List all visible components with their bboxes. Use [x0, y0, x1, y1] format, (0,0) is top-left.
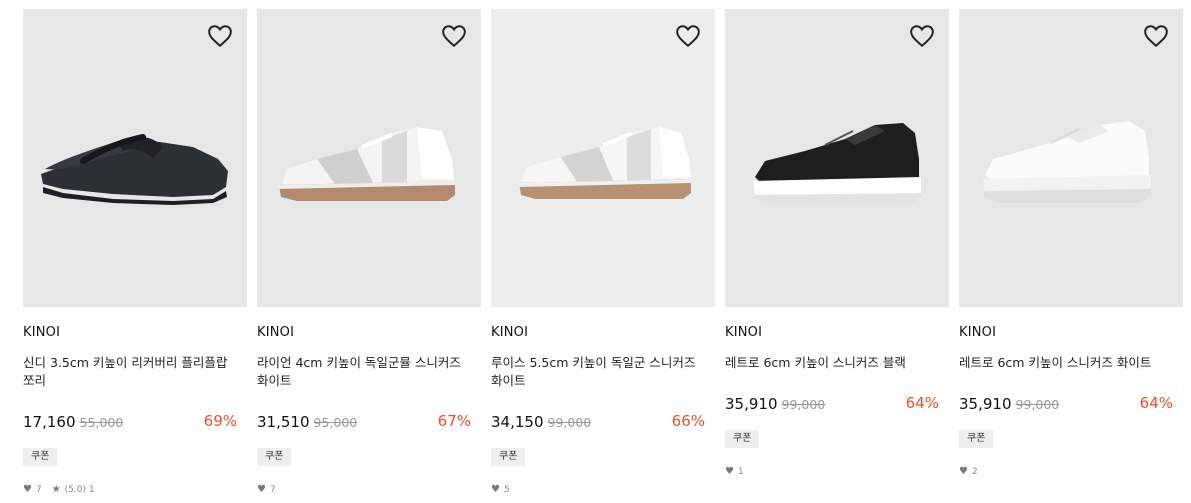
- price-row: 34,150 99,000 66%: [491, 412, 705, 434]
- product-card[interactable]: KINOI 레트로 6cm 키높이 스니커즈 블랙 35,910 99,000 6…: [725, 0, 949, 503]
- price-row: 31,510 95,000 67%: [257, 412, 471, 434]
- sale-price: 17,160: [23, 413, 76, 431]
- like-count: 7: [35, 484, 42, 495]
- brand-label[interactable]: KINOI: [959, 325, 996, 340]
- wishlist-heart-icon[interactable]: [1143, 23, 1169, 49]
- coupon-badge: 쿠폰: [725, 430, 760, 448]
- product-image[interactable]: [725, 9, 949, 307]
- product-name[interactable]: 신디 3.5cm 키높이 리커버리 플리플랍 쪼리: [23, 354, 239, 390]
- product-image[interactable]: [959, 9, 1183, 307]
- heart-icon: ♥: [23, 484, 32, 495]
- coupon-badge: 쿠폰: [491, 448, 526, 466]
- original-price: 55,000: [79, 415, 124, 430]
- heart-icon: ♥: [257, 484, 266, 495]
- sneaker-image: [519, 127, 691, 199]
- original-price: 95,000: [313, 415, 358, 430]
- product-card[interactable]: KINOI 레트로 6cm 키높이 스니커즈 화이트 35,910 99,000 …: [959, 0, 1183, 503]
- product-name[interactable]: 라이언 4cm 키높이 독일군뮬 스니커즈 화이트: [257, 354, 473, 390]
- price-row: 17,160 55,000 69%: [23, 412, 237, 434]
- brand-label[interactable]: KINOI: [725, 325, 762, 340]
- original-price: 99,000: [1015, 397, 1060, 412]
- heart-icon: ♥: [959, 466, 968, 477]
- coupon-badge: 쿠폰: [23, 448, 58, 466]
- product-image[interactable]: [257, 9, 481, 307]
- price-row: 35,910 99,000 64%: [959, 394, 1173, 416]
- rating-text: (5.0) 1: [64, 484, 95, 495]
- product-name[interactable]: 루이스 5.5cm 키높이 독일군 스니커즈 화이트: [491, 354, 707, 390]
- like-count: 7: [269, 484, 276, 495]
- brand-label[interactable]: KINOI: [257, 325, 294, 340]
- discount-rate: 64%: [1139, 394, 1173, 412]
- sneaker-image: [753, 123, 921, 205]
- product-card[interactable]: KINOI 신디 3.5cm 키높이 리커버리 플리플랍 쪼리 17,160 55…: [23, 0, 247, 503]
- product-meta: ♥ 7: [257, 484, 276, 495]
- product-name[interactable]: 레트로 6cm 키높이 스니커즈 블랙: [725, 354, 941, 372]
- wishlist-heart-icon[interactable]: [675, 23, 701, 49]
- coupon-badge: 쿠폰: [959, 430, 994, 448]
- coupon-badge: 쿠폰: [257, 448, 292, 466]
- original-price: 99,000: [781, 397, 826, 412]
- product-meta: ♥ 1: [725, 466, 744, 477]
- star-icon: ★: [51, 484, 61, 495]
- product-card[interactable]: KINOI 루이스 5.5cm 키높이 독일군 스니커즈 화이트 34,150 9…: [491, 0, 715, 503]
- sneaker-image: [279, 127, 455, 201]
- sneaker-image: [983, 121, 1151, 203]
- sale-price: 35,910: [959, 395, 1012, 413]
- discount-rate: 66%: [671, 412, 705, 430]
- original-price: 99,000: [547, 415, 592, 430]
- product-meta: ♥ 7 ★ (5.0) 1: [23, 484, 95, 495]
- sale-price: 35,910: [725, 395, 778, 413]
- like-count: 5: [503, 484, 510, 495]
- product-card[interactable]: KINOI 라이언 4cm 키높이 독일군뮬 스니커즈 화이트 31,510 95…: [257, 0, 481, 503]
- product-image[interactable]: [491, 9, 715, 307]
- discount-rate: 67%: [437, 412, 471, 430]
- wishlist-heart-icon[interactable]: [207, 23, 233, 49]
- sale-price: 34,150: [491, 413, 544, 431]
- discount-rate: 69%: [203, 412, 237, 430]
- discount-rate: 64%: [905, 394, 939, 412]
- heart-icon: ♥: [725, 466, 734, 477]
- wishlist-heart-icon[interactable]: [441, 23, 467, 49]
- price-row: 35,910 99,000 64%: [725, 394, 939, 416]
- flip-flop-image: [41, 134, 228, 205]
- wishlist-heart-icon[interactable]: [909, 23, 935, 49]
- product-grid: KINOI 신디 3.5cm 키높이 리커버리 플리플랍 쪼리 17,160 55…: [0, 0, 1191, 503]
- sale-price: 31,510: [257, 413, 310, 431]
- like-count: 2: [971, 466, 978, 477]
- heart-icon: ♥: [491, 484, 500, 495]
- product-meta: ♥ 2: [959, 466, 978, 477]
- brand-label[interactable]: KINOI: [491, 325, 528, 340]
- product-image[interactable]: [23, 9, 247, 307]
- brand-label[interactable]: KINOI: [23, 325, 60, 340]
- product-meta: ♥ 5: [491, 484, 510, 495]
- product-name[interactable]: 레트로 6cm 키높이 스니커즈 화이트: [959, 354, 1175, 372]
- like-count: 1: [737, 466, 744, 477]
